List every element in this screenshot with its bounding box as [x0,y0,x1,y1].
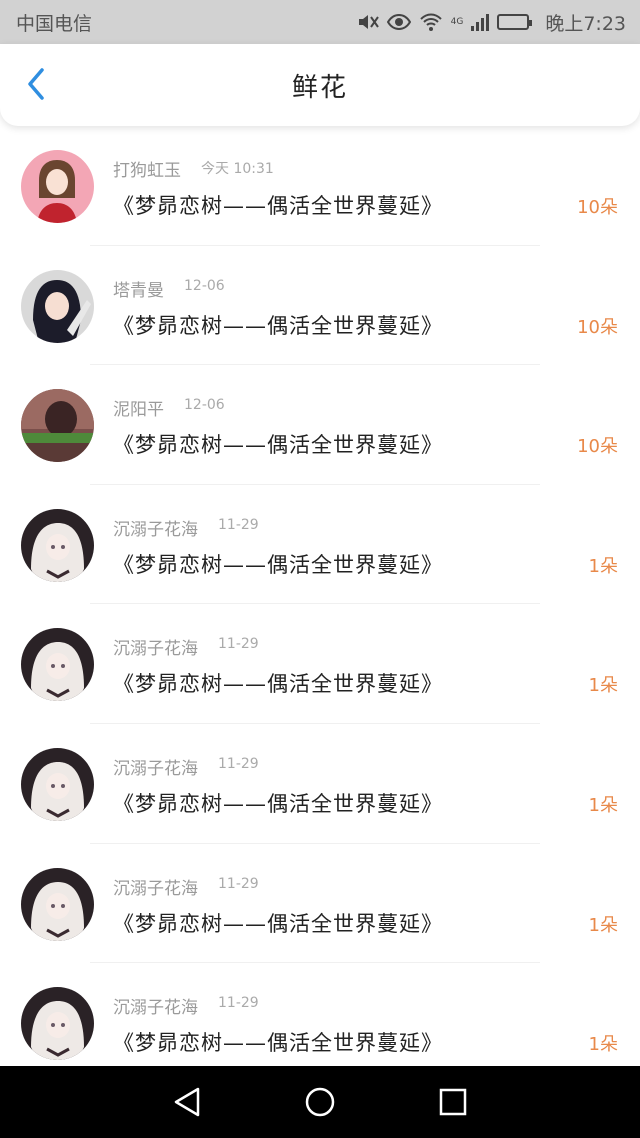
user-name: 沉溺子花海 [113,639,198,660]
list-item[interactable]: 沉溺子花海 11-29 《梦昴恋树——偶活全世界蔓延》 1朵 [0,485,640,605]
signal-icon: 4G [450,16,464,27]
gift-date: 11-29 [218,755,259,772]
page-title: 鲜花 [291,72,348,103]
system-home-button[interactable] [298,1080,342,1124]
flower-count: 10朵 [577,197,618,218]
avatar[interactable] [21,150,94,223]
list-item[interactable]: 沉溺子花海 11-29 《梦昴恋树——偶活全世界蔓延》 1朵 [0,963,640,1066]
list-item[interactable]: 塔青曼 12-06 《梦昴恋树——偶活全世界蔓延》 10朵 [0,246,640,366]
gift-date: 11-29 [218,875,259,892]
book-title: 《梦昴恋树——偶活全世界蔓延》 [113,313,443,338]
carrier-label: 中国电信 [16,12,93,35]
battery-icon [497,14,533,30]
flower-count: 1朵 [588,794,618,816]
system-recents-button[interactable] [431,1080,475,1124]
flower-list[interactable]: 打狗虹玉 今天 10:31 《梦昴恋树——偶活全世界蔓延》 10朵 塔青曼 12… [0,126,640,1066]
user-name: 泥阳平 [113,400,164,421]
book-title: 《梦昴恋树——偶活全世界蔓延》 [113,791,443,816]
flower-count: 10朵 [577,316,618,338]
mute-icon [357,12,379,32]
status-icons: 4G 晚上7:23 [357,9,626,36]
gift-date: 12-06 [184,397,225,414]
gift-date: 11-29 [218,636,259,653]
flower-count: 1朵 [588,555,618,577]
gift-date: 11-29 [218,995,259,1012]
network-label: 4G [450,16,464,27]
user-name: 沉溺子花海 [113,878,198,899]
avatar[interactable] [21,389,94,463]
book-title: 《梦昴恋树——偶活全世界蔓延》 [113,552,443,577]
gift-date: 12-06 [184,277,225,294]
title-bar: 鲜花 [0,44,640,126]
flower-count: 1朵 [588,675,618,697]
avatar[interactable] [21,628,94,702]
avatar[interactable] [21,747,94,821]
book-title: 《梦昴恋树——偶活全世界蔓延》 [113,1031,443,1056]
user-name: 沉溺子花海 [113,998,198,1019]
list-item[interactable]: 打狗虹玉 今天 10:31 《梦昴恋树——偶活全世界蔓延》 10朵 [0,126,640,246]
system-nav-bar [0,1066,640,1138]
clock-label: 晚上7:23 [545,12,626,35]
user-name: 沉溺子花海 [113,519,198,540]
avatar[interactable] [21,867,94,941]
chevron-left-icon [28,68,44,100]
avatar[interactable] [21,269,94,343]
user-name: 沉溺子花海 [113,758,198,779]
signal-bars-icon [471,13,490,31]
eye-icon [386,13,411,31]
book-title: 《梦昴恋树——偶活全世界蔓延》 [113,672,443,697]
recents-square-icon [440,1088,467,1116]
flower-count: 10朵 [577,436,618,458]
avatar[interactable] [21,987,94,1061]
user-name: 打狗虹玉 [113,161,181,181]
system-back-button[interactable] [165,1080,209,1124]
flower-count: 1朵 [588,914,618,936]
status-bar: 中国电信 4G 晚上7:23 [0,0,640,44]
list-item[interactable]: 泥阳平 12-06 《梦昴恋树——偶活全世界蔓延》 10朵 [0,365,640,485]
list-item[interactable]: 沉溺子花海 11-29 《梦昴恋树——偶活全世界蔓延》 1朵 [0,604,640,724]
gift-date: 今天 10:31 [201,161,274,177]
list-item[interactable]: 沉溺子花海 11-29 《梦昴恋树——偶活全世界蔓延》 1朵 [0,844,640,964]
gift-date: 11-29 [218,516,259,533]
avatar[interactable] [21,508,94,582]
wifi-icon [419,12,443,32]
user-name: 塔青曼 [113,280,164,301]
book-title: 《梦昴恋树——偶活全世界蔓延》 [113,194,443,218]
book-title: 《梦昴恋树——偶活全世界蔓延》 [113,911,443,936]
flower-count: 1朵 [588,1034,618,1056]
book-title: 《梦昴恋树——偶活全世界蔓延》 [113,433,443,458]
list-item[interactable]: 沉溺子花海 11-29 《梦昴恋树——偶活全世界蔓延》 1朵 [0,724,640,844]
back-button[interactable] [18,66,54,102]
home-circle-icon [305,1087,335,1117]
back-triangle-icon [174,1087,199,1117]
